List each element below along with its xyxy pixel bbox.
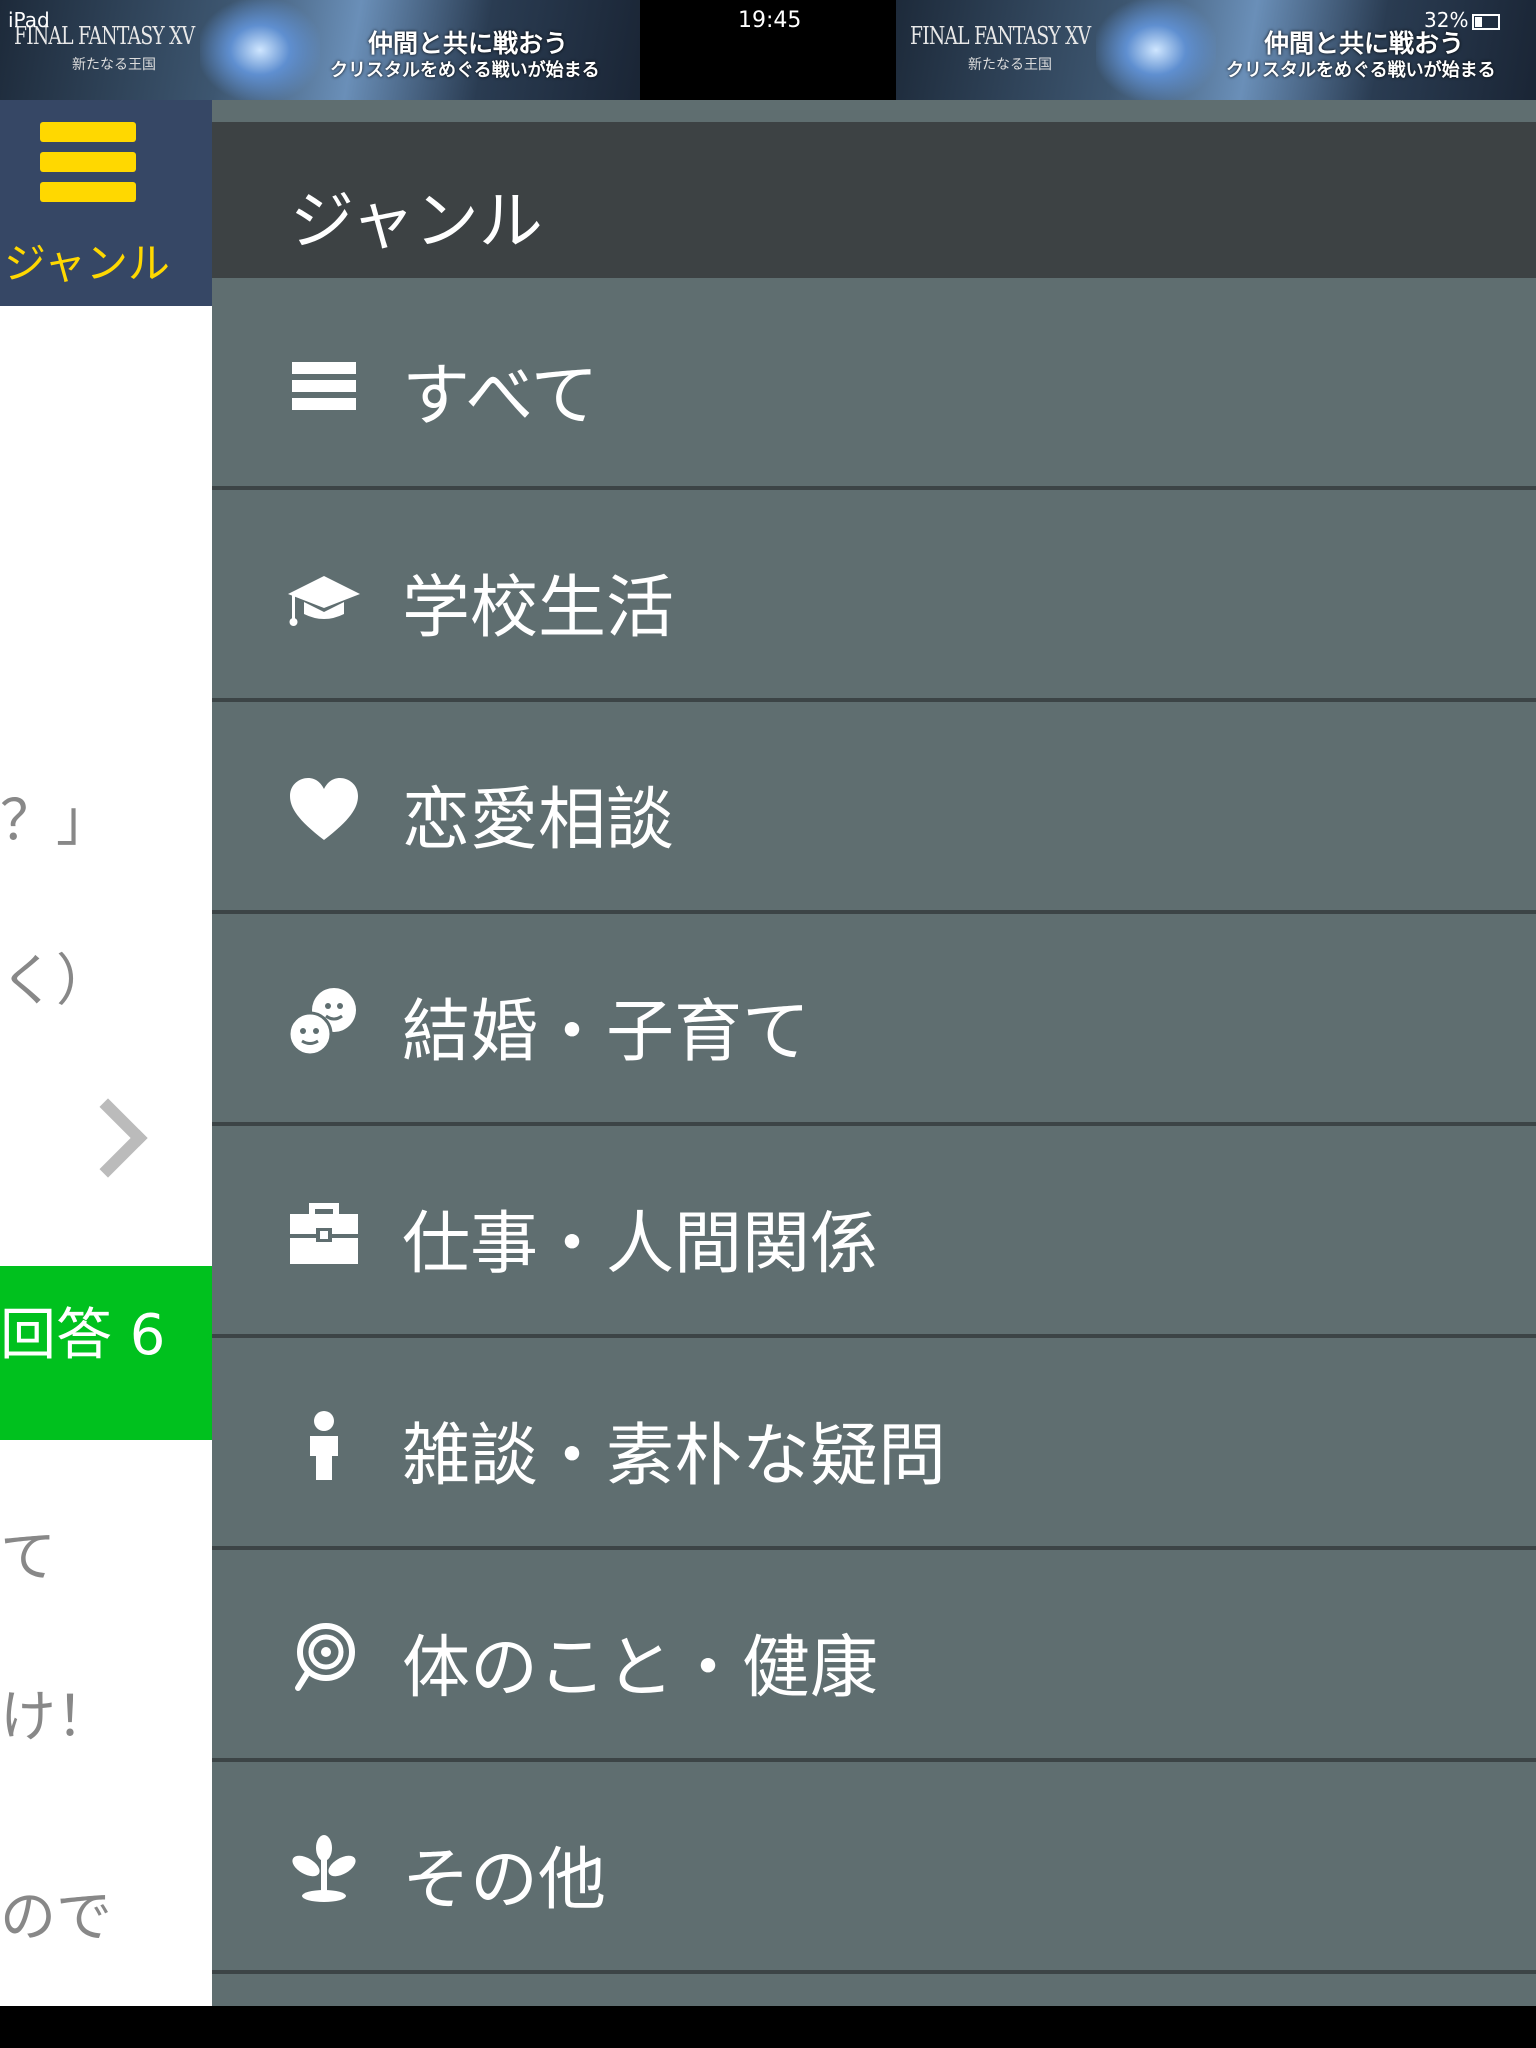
- ad-crystal-image: [200, 0, 320, 100]
- status-time: 19:45: [738, 8, 802, 33]
- status-device-name: iPad: [8, 8, 50, 32]
- background-text: く）: [0, 949, 112, 1014]
- swirl-icon: [295, 1623, 355, 1691]
- menu-item-all[interactable]: すべて: [212, 278, 1536, 490]
- menu-item-label: すべて: [402, 357, 599, 436]
- sprout-icon: [292, 1835, 356, 1902]
- background-text: ？」: [0, 789, 112, 854]
- ad-banner-left[interactable]: FINAL FANTASY XV 新たなる王国 仲間と共に戦おう クリスタルをめ…: [0, 0, 640, 100]
- menu-item-label: 学校生活: [402, 569, 675, 648]
- ad-copy-line1: 仲間と共に戦おう: [368, 29, 569, 58]
- battery-icon: [1472, 13, 1501, 30]
- heart-icon: [290, 778, 358, 840]
- answer-count-label: 回答 6: [0, 1303, 166, 1368]
- menu-item-love[interactable]: 恋愛相談: [212, 702, 1536, 914]
- genre-drawer: ジャンル すべて 学校生活 恋愛相談 結婚・子育て 仕事・人間関係 雑談・素朴な…: [212, 100, 1536, 2006]
- hamburger-icon: [40, 152, 136, 172]
- list-icon: [292, 362, 356, 410]
- background-text: ので: [0, 1885, 112, 1950]
- genre-menu-button[interactable]: ジャンル: [0, 100, 212, 306]
- menu-item-label: 雑談・素朴な疑問: [402, 1417, 947, 1496]
- status-battery: 32%: [1424, 8, 1501, 32]
- chevron-right-icon[interactable]: [68, 1098, 148, 1178]
- status-bar: FINAL FANTASY XV 新たなる王国 仲間と共に戦おう クリスタルをめ…: [0, 0, 1536, 100]
- menu-item-work[interactable]: 仕事・人間関係: [212, 1126, 1536, 1338]
- briefcase-icon: [290, 1203, 358, 1264]
- ad-copy-line2: クリスタルをめぐる戦いが始まる: [330, 60, 600, 81]
- background-content: ジャンル ？」 く） 回答 6 て け！ ので: [0, 100, 212, 2006]
- graduation-cap-icon: [288, 576, 360, 626]
- hamburger-icon: [40, 182, 136, 202]
- menu-item-school[interactable]: 学校生活: [212, 490, 1536, 702]
- ad-copy-line2: クリスタルをめぐる戦いが始まる: [1226, 60, 1496, 81]
- battery-percent: 32%: [1424, 8, 1469, 32]
- background-text: け！: [0, 1685, 112, 1750]
- faces-icon: [288, 988, 356, 1057]
- drawer-header: ジャンル: [212, 122, 1536, 278]
- menu-item-label: 結婚・子育て: [402, 993, 811, 1072]
- drawer-title: ジャンル: [290, 185, 543, 259]
- background-text: て: [0, 1525, 56, 1590]
- menu-item-chat[interactable]: 雑談・素朴な疑問: [212, 1338, 1536, 1550]
- ad-logo-sub: 新たなる王国: [968, 57, 1052, 73]
- ad-crystal-image: [1096, 0, 1216, 100]
- menu-item-label: 恋愛相談: [402, 781, 675, 860]
- genre-menu-label: ジャンル: [4, 239, 170, 288]
- ad-logo: FINAL FANTASY XV: [910, 22, 1091, 50]
- menu-item-health[interactable]: 体のこと・健康: [212, 1550, 1536, 1762]
- menu-item-label: 体のこと・健康: [402, 1629, 879, 1708]
- ad-logo-sub: 新たなる王国: [72, 57, 156, 73]
- menu-item-other[interactable]: その他: [212, 1762, 1536, 1974]
- hamburger-icon: [40, 122, 136, 142]
- bottom-bar: [0, 2006, 1536, 2048]
- person-icon: [310, 1411, 338, 1480]
- menu-item-label: その他: [402, 1841, 607, 1920]
- menu-item-marriage[interactable]: 結婚・子育て: [212, 914, 1536, 1126]
- menu-item-label: 仕事・人間関係: [402, 1205, 879, 1284]
